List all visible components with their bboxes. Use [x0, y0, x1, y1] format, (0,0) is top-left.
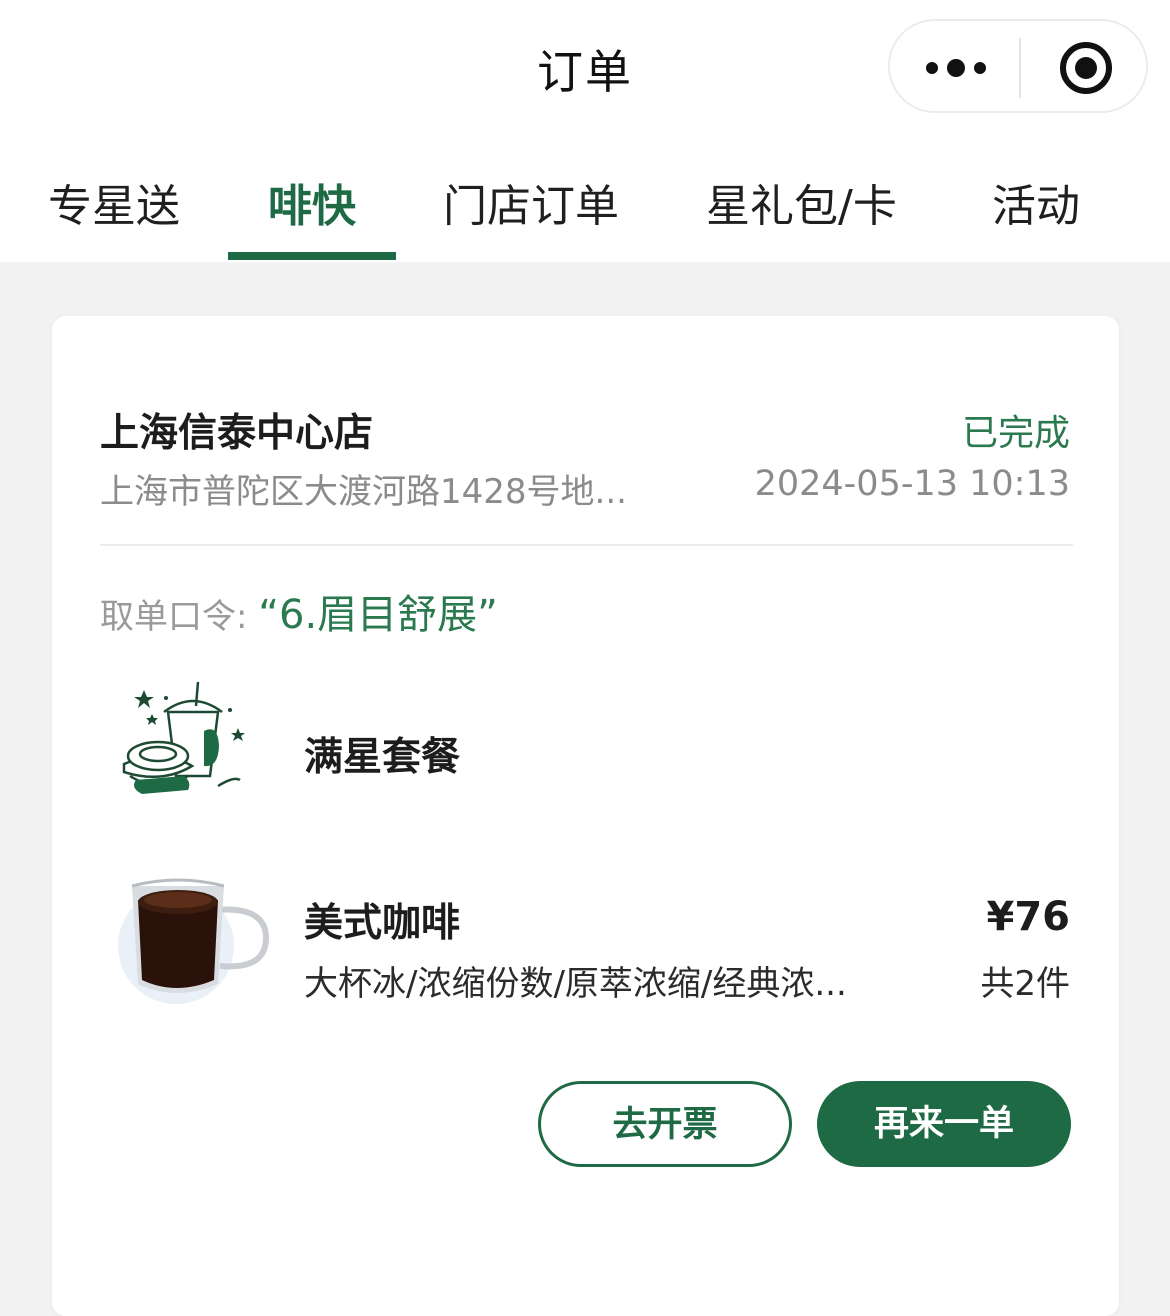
pickup-label: 取单口令:	[100, 597, 248, 637]
order-price: ¥76	[986, 894, 1071, 940]
item-name-americano: 美式咖啡	[304, 901, 461, 946]
order-quantity: 共2件	[980, 964, 1070, 1004]
tab-gift-cards[interactable]: 星礼包/卡	[706, 170, 897, 234]
combo-meal-icon	[122, 676, 252, 801]
tab-delivery[interactable]: 专星送	[48, 170, 180, 234]
tab-fast-pickup[interactable]: 啡快	[268, 170, 356, 234]
reorder-button[interactable]: 再来一单	[817, 1081, 1071, 1167]
order-status: 已完成	[961, 413, 1070, 454]
tab-bar: 专星送 啡快 门店订单 星礼包/卡 活动	[0, 130, 1170, 262]
top-bar: 订单	[0, 0, 1170, 130]
order-time: 2024-05-13 10:13	[754, 464, 1070, 504]
capsule-divider	[1019, 38, 1021, 98]
pickup-code: “6.眉目舒展”	[258, 592, 498, 638]
store-address: 上海市普陀区大渡河路1428号地...	[100, 472, 627, 512]
invoice-button[interactable]: 去开票	[538, 1081, 792, 1167]
americano-cup-icon	[116, 866, 276, 1006]
tab-activities[interactable]: 活动	[992, 170, 1080, 234]
item-name-combo: 满星套餐	[304, 735, 461, 780]
pickup-code-row: 取单口令: “6.眉目舒展”	[100, 582, 498, 640]
more-dots-icon[interactable]	[926, 59, 988, 77]
divider	[100, 544, 1073, 546]
active-tab-indicator	[228, 252, 396, 260]
store-name: 上海信泰中心店	[100, 411, 374, 456]
item-options: 大杯冰/浓缩份数/原萃浓缩/经典浓...	[304, 964, 847, 1004]
target-circle-icon[interactable]	[1060, 42, 1112, 94]
tab-store-orders[interactable]: 门店订单	[443, 170, 619, 234]
mini-program-capsule	[888, 19, 1148, 113]
order-card[interactable]: 上海信泰中心店 上海市普陀区大渡河路1428号地... 已完成 2024-05-…	[52, 316, 1119, 1316]
